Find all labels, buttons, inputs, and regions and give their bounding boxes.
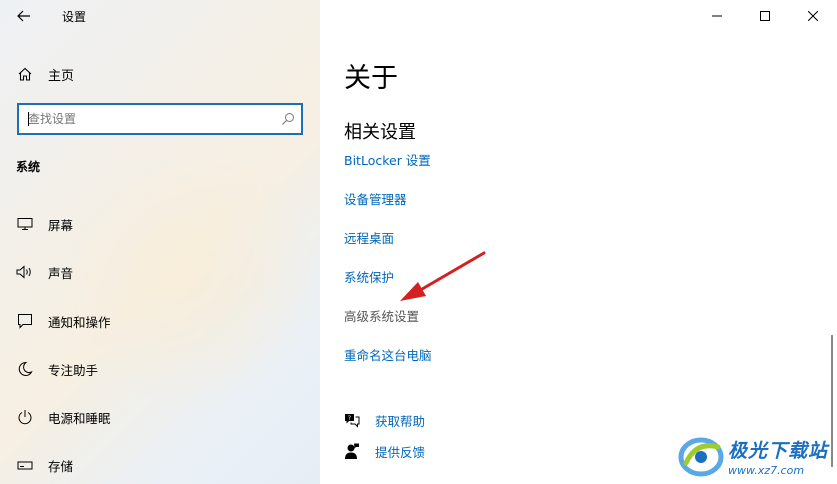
app-title: 设置 [62,10,87,24]
get-help-label: 获取帮助 [375,413,426,429]
back-arrow-icon [17,10,30,22]
sidebar-item-label: 屏幕 [48,217,74,233]
speaker-icon [16,263,34,281]
sidebar-item-display[interactable]: 屏幕 [16,212,73,236]
monitor-icon [16,215,34,233]
watermark: 极光下载站 www.xz7.com [678,428,836,484]
related-settings-heading: 相关设置 [344,122,416,143]
home-label: 主页 [48,68,75,84]
feedback-person-icon [342,441,362,461]
sidebar-item-storage[interactable]: 存储 [16,453,73,477]
sidebar-item-label: 存储 [48,458,74,474]
remote-desktop-link[interactable]: 远程桌面 [344,228,394,247]
minimize-icon [712,15,722,17]
sidebar-item-notifications[interactable]: 通知和操作 [16,309,111,333]
sidebar: 设置 主页 系统 屏幕 [0,0,320,484]
section-title-system: 系统 [16,160,41,174]
power-icon [16,408,34,426]
svg-text:?: ? [348,415,351,422]
back-button[interactable] [14,6,34,26]
annotation-arrow [400,251,486,301]
search-input[interactable] [19,105,275,133]
watermark-url: www.xz7.com [728,463,805,477]
minimize-button[interactable] [693,0,741,32]
notification-icon [16,312,34,330]
close-icon [808,11,818,21]
give-feedback-label: 提供反馈 [375,444,426,460]
watermark-name: 极光下载站 [728,439,829,462]
home-icon [16,65,34,83]
sidebar-item-label: 电源和睡眠 [48,410,111,426]
search-icon[interactable] [275,112,301,126]
maximize-button[interactable] [741,0,789,32]
title-bar: 设置 [0,0,320,32]
text-caret [28,112,29,126]
system-protection-link[interactable]: 系统保护 [344,267,394,286]
close-button[interactable] [789,0,837,32]
sidebar-item-focus-assist[interactable]: 专注助手 [16,357,98,381]
search-box[interactable] [17,103,303,135]
sidebar-item-label: 通知和操作 [48,314,111,330]
rename-pc-link[interactable]: 重命名这台电脑 [344,345,432,364]
bitlocker-settings-link[interactable]: BitLocker 设置 [344,150,431,169]
give-feedback-link[interactable]: 提供反馈 [342,441,425,461]
sidebar-item-sound[interactable]: 声音 [16,260,73,284]
maximize-icon [760,11,770,21]
help-chat-icon: ? [342,410,362,430]
sidebar-item-home[interactable]: 主页 [16,62,74,86]
moon-icon [16,360,34,378]
sidebar-item-label: 专注助手 [48,362,99,378]
device-manager-link[interactable]: 设备管理器 [344,189,407,208]
sidebar-item-label: 声音 [48,265,74,281]
main-content: 关于 相关设置 BitLocker 设置 设备管理器 远程桌面 系统保护 高级系… [320,0,837,484]
page-title: 关于 [344,63,398,94]
advanced-system-settings-link[interactable]: 高级系统设置 [344,306,419,325]
sidebar-item-power[interactable]: 电源和睡眠 [16,405,111,429]
storage-icon [16,456,34,474]
watermark-logo-icon [678,437,724,477]
get-help-link[interactable]: ? 获取帮助 [342,410,425,430]
